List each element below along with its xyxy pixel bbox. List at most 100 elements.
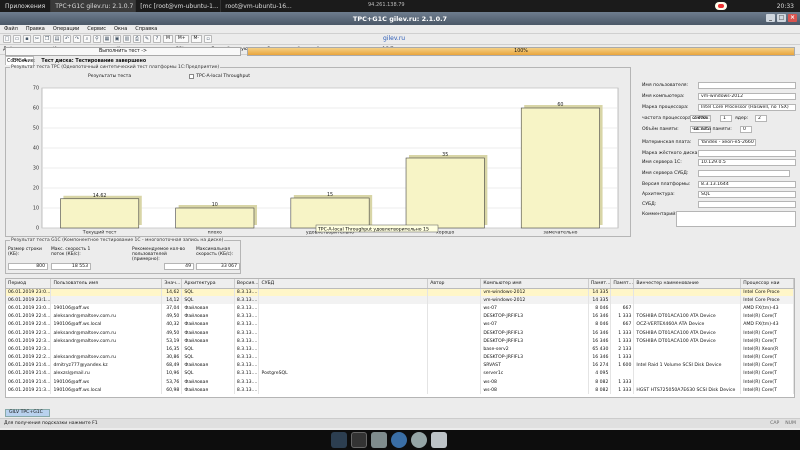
table-column-header[interactable]: Версия... xyxy=(234,279,260,289)
menu-edit[interactable]: Правка xyxy=(26,26,45,32)
throughput-checkbox[interactable]: TPC-A-local Throughput xyxy=(189,74,250,79)
table-column-header[interactable]: Процессор наи xyxy=(740,279,794,289)
table-column-header[interactable]: Автор xyxy=(427,279,482,289)
info-arch-field[interactable]: SQL xyxy=(698,191,796,198)
save-icon[interactable]: ▪ xyxy=(23,35,31,43)
table-row[interactable]: 06.01.2019 22:4... aleksandr@maltsev.com.… xyxy=(6,312,794,321)
table-icon[interactable]: ▦ xyxy=(103,35,111,43)
close-icon[interactable]: × xyxy=(788,14,797,22)
memory-mminus-button[interactable]: M- xyxy=(190,35,203,43)
maximize-icon[interactable]: □ xyxy=(777,14,786,22)
info-memory-freq-field[interactable]: 0 xyxy=(740,126,752,133)
table-row[interactable]: 06.01.2019 22:4... 190106@aff.ws.local 40,… xyxy=(6,320,794,329)
table-cell: SRVAST xyxy=(480,361,589,370)
info-platform: Версия платформы: 8.3.13.1644 xyxy=(642,181,796,189)
info-sockets-field[interactable]: 1 xyxy=(720,115,732,122)
taskbar-item-mc[interactable]: [mc [root@vm-ubuntu-1... xyxy=(135,0,220,12)
run-test-button[interactable]: Выполнить тест -> xyxy=(5,47,241,56)
browser-icon[interactable] xyxy=(391,432,407,448)
desktop-icon[interactable] xyxy=(331,432,347,448)
table-column-header[interactable]: Памят... xyxy=(610,279,635,289)
redo-icon[interactable]: ↷ xyxy=(73,35,81,43)
menu-file[interactable]: Файл xyxy=(4,26,18,32)
chart-category-label: Текущий тест xyxy=(82,229,117,236)
table-row[interactable]: 06.01.2019 21:3... 190106@aff.ws.local 60,… xyxy=(6,386,794,395)
tab-gilv-tpc-g1c[interactable]: GILV TPC+G1C xyxy=(5,409,50,417)
cut-icon[interactable]: ✂ xyxy=(33,35,41,43)
info-user: Имя пользователя: xyxy=(642,82,796,90)
table-row[interactable]: 06.01.2019 22:2... aleksandr@maltsev.com.… xyxy=(6,353,794,362)
table-row[interactable]: 06.01.2019 21:4... alexzsl@mail.ru 10,96 SQ… xyxy=(6,369,794,379)
info-computer-field[interactable]: vm-windows-2012 xyxy=(698,93,796,100)
paste-icon[interactable]: ▤ xyxy=(53,35,61,43)
tray-icon[interactable] xyxy=(714,2,727,10)
table-column-header[interactable]: Пользователь имя xyxy=(50,279,163,289)
table-column-header[interactable]: Период xyxy=(6,279,52,289)
info-platform-field[interactable]: 8.3.13.1644 xyxy=(698,181,796,188)
table-column-header[interactable]: Архитектура xyxy=(181,279,235,289)
info-motherboard-field[interactable]: Yandex - xeon-e5-2660 xyxy=(698,139,756,146)
table-cell: 16 346 xyxy=(588,353,612,362)
table-cell: aleksandr@maltsev.com.ru xyxy=(50,312,163,321)
menu-windows[interactable]: Окна xyxy=(114,26,127,32)
edit-icon[interactable]: ✎ xyxy=(143,35,151,43)
open-icon[interactable]: ▭ xyxy=(13,35,21,43)
minimize-icon[interactable]: _ xyxy=(766,14,775,22)
table-row[interactable]: 06.01.2019 22:3... aleksandr@maltsev.com.… xyxy=(6,328,794,338)
table-cell: 06.01.2019 21:4... xyxy=(6,369,52,379)
find-icon[interactable]: ⚲ xyxy=(93,35,101,43)
table-cell: 06.01.2019 23:0... xyxy=(6,288,52,297)
info-memory-label: Объём памяти: xyxy=(642,127,679,132)
table-row[interactable]: 06.01.2019 23:1... 14,12 SQL 8.3.13.... vm-w… xyxy=(6,296,794,305)
taskbar-item-tpc[interactable]: TPC+G1C gilev.ru: 2.1.0.7 xyxy=(50,0,136,12)
files-icon[interactable] xyxy=(371,432,387,448)
info-comment-field[interactable] xyxy=(676,211,796,227)
search-icon[interactable]: ⌕ xyxy=(83,35,91,43)
info-user-field[interactable] xyxy=(698,82,796,89)
table-cell xyxy=(427,296,482,305)
table-cell: 667 xyxy=(610,304,635,313)
applications-menu[interactable]: Приложения xyxy=(0,0,50,12)
table-column-header[interactable]: СУБД xyxy=(258,279,429,289)
info-dbms-field[interactable] xyxy=(698,201,796,208)
table-row[interactable]: 06.01.2019 21:4... 190106@aff.ws 53,76 Файл… xyxy=(6,378,794,387)
menu-operations[interactable]: Операции xyxy=(53,26,79,32)
table-row[interactable]: 06.01.2019 21:4... dmitryz777@yandex.kz 68… xyxy=(6,361,794,370)
table-column-header[interactable]: Памят... xyxy=(588,279,612,289)
window-icon[interactable]: ▫ xyxy=(204,35,213,43)
table-row[interactable]: 06.01.2019 22:3... aleksandr@maltsev.com.… xyxy=(6,337,794,346)
new-icon[interactable]: □ xyxy=(3,35,11,43)
table-row[interactable]: 06.01.2019 23:0... 190106@aff.ws 37,04 Файл… xyxy=(6,304,794,313)
undo-icon[interactable]: ↶ xyxy=(63,35,71,43)
copy-icon[interactable]: ❐ xyxy=(43,35,51,43)
table-column-header[interactable]: Знач... xyxy=(161,279,183,289)
table-cell: 53,76 xyxy=(161,378,183,387)
table-cell: 49,50 xyxy=(161,328,183,338)
memory-mplus-button[interactable]: M+ xyxy=(174,35,189,43)
window-titlebar[interactable]: TPC+G1C gilev.ru: 2.1.0.7 _ □ × xyxy=(0,12,800,25)
menu-help[interactable]: Справка xyxy=(135,26,157,32)
info-cpu-field[interactable]: Intel Core Processor (Haswell, no TSX) xyxy=(698,104,796,111)
table-cell: 1 333 xyxy=(610,337,635,346)
info-cores-field[interactable]: 2 xyxy=(755,115,767,122)
taskbar-item-root[interactable]: root@vm-ubuntu-16... xyxy=(220,0,295,12)
table-row[interactable]: 06.01.2019 23:0... 14,62 SQL 8.3.13.... vm-w… xyxy=(6,288,794,297)
terminal-icon[interactable] xyxy=(351,432,367,448)
memory-m-button[interactable]: M xyxy=(163,35,173,43)
table-column-header[interactable]: Компьютер имя xyxy=(480,279,589,289)
help-icon[interactable]: ? xyxy=(153,35,161,43)
info-sql-server-field[interactable] xyxy=(698,170,790,177)
menu-service[interactable]: Сервис xyxy=(87,26,106,32)
folder-icon[interactable] xyxy=(431,432,447,448)
search-app-icon[interactable] xyxy=(411,432,427,448)
info-motherboard-label: Материнская плата: xyxy=(642,140,692,145)
info-disk-field[interactable] xyxy=(698,150,796,157)
table-column-header[interactable]: Винчестер наименование xyxy=(633,279,742,289)
info-server-1c-field[interactable]: 10.129.0.5 xyxy=(698,159,796,166)
info-dbms: СУБД: xyxy=(642,201,796,209)
table-row[interactable]: 06.01.2019 22:3... 16,35 SQL 8.3.13.... base… xyxy=(6,345,794,354)
calendar-icon[interactable]: ▥ xyxy=(123,35,131,43)
results-table[interactable]: Период Пользователь имя Знач... Архитектура… xyxy=(5,278,795,398)
print-icon[interactable]: ⎙ xyxy=(133,35,141,43)
calc-icon[interactable]: ▣ xyxy=(113,35,121,43)
